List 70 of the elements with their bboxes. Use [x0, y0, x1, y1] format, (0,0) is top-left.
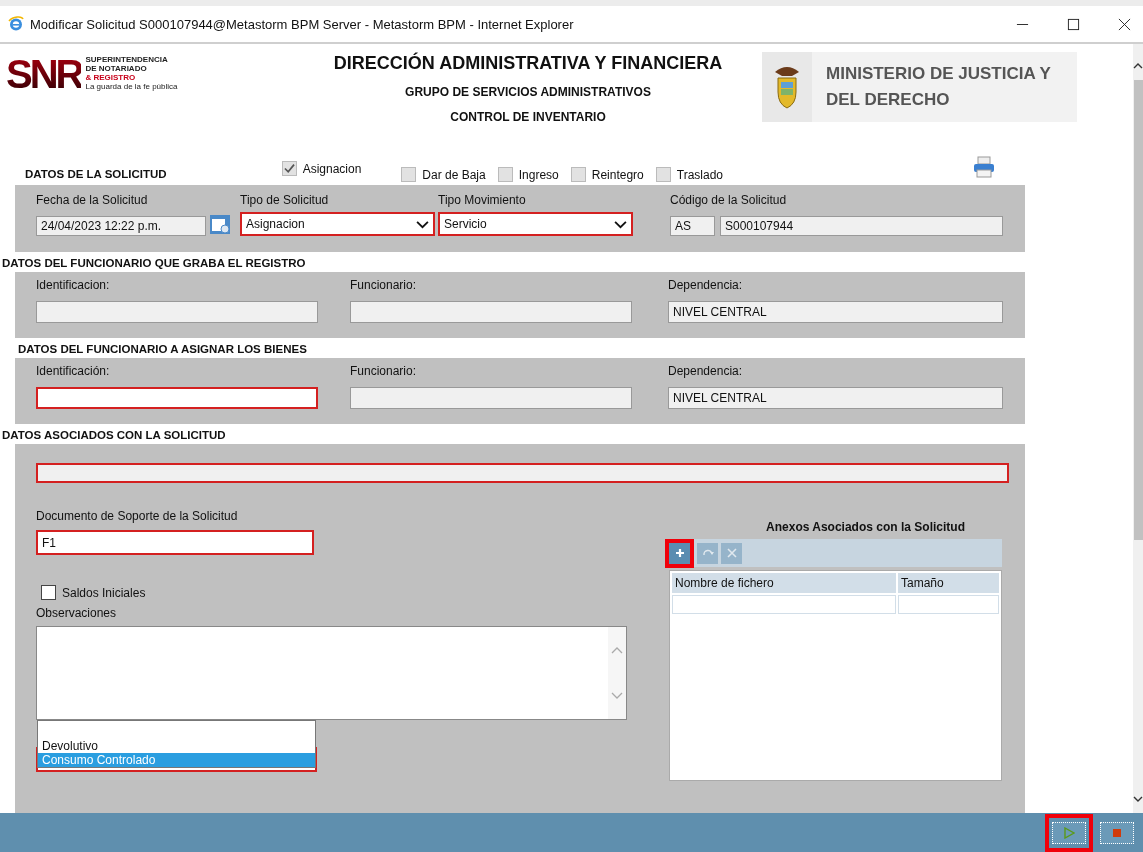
checkbox-label: Saldos Iniciales — [62, 585, 146, 600]
text-field[interactable]: NIVEL CENTRAL — [668, 387, 1003, 409]
printer-icon[interactable] — [972, 156, 996, 178]
text-field[interactable] — [36, 301, 318, 323]
column-header: Tamaño — [898, 573, 999, 593]
field-label: Dependencia: — [668, 363, 744, 379]
plus-icon — [673, 547, 686, 559]
select-field[interactable]: Servicio — [438, 212, 633, 236]
date-field[interactable]: 24/04/2023 12:22 p.m. — [36, 216, 206, 236]
field-label: Observaciones — [36, 605, 118, 621]
scroll-down-icon[interactable] — [1133, 795, 1143, 803]
section-title: DATOS DEL FUNCIONARIO A ASIGNAR LOS BIENES — [17, 342, 308, 357]
checkbox-label: Asignacion — [302, 161, 362, 176]
header-title: DIRECCIÓN ADMINISTRATIVA Y FINANCIERA — [333, 52, 723, 74]
text-field[interactable]: F1 — [36, 530, 314, 555]
stop-icon — [1111, 826, 1123, 839]
checkbox[interactable] — [401, 167, 417, 182]
section-title: DATOS ASOCIADOS CON LA SOLICITUD — [1, 428, 227, 443]
checkbox-label: Dar de Baja — [422, 167, 486, 182]
logo-text: & REGISTRO — [85, 73, 137, 82]
chevron-down-icon[interactable] — [614, 219, 627, 229]
section-title: DATOS DE LA SOLICITUD — [25, 168, 167, 180]
text-field[interactable] — [350, 301, 632, 323]
logo-text: SUPERINTENDENCIA — [85, 55, 169, 64]
checkbox[interactable] — [570, 167, 586, 182]
play-icon — [1063, 826, 1075, 839]
close-icon[interactable] — [1118, 17, 1131, 31]
scroll-up-icon[interactable] — [1133, 62, 1143, 70]
maximize-icon[interactable] — [1067, 17, 1080, 31]
play-button[interactable] — [1045, 813, 1093, 852]
calendar-icon[interactable] — [209, 213, 231, 235]
x-icon — [725, 547, 738, 559]
field-label: Dependencia: — [668, 277, 744, 293]
text-field[interactable] — [36, 463, 1009, 483]
field-label: Tipo Movimiento — [438, 192, 527, 208]
checkbox[interactable] — [41, 585, 56, 600]
checkbox-label: Reintegro — [591, 167, 644, 182]
checkbox[interactable] — [655, 167, 671, 182]
code-prefix-field: AS — [670, 216, 715, 236]
logo-text: DE NOTARIADO — [85, 64, 148, 73]
field-label: Identificación: — [36, 363, 111, 379]
text-field[interactable]: NIVEL CENTRAL — [668, 301, 1003, 323]
window-title: Modificar Solicitud S000107944@Metastorm BPM Server - Metastorm BPM - Internet Explorer — [30, 16, 574, 32]
field-label: Fecha de la Solicitud — [36, 192, 149, 208]
field-label: Funcionario: — [350, 277, 418, 293]
field-label: Tipo de Solicitud — [240, 192, 330, 208]
ministry-name: MINISTERIO DE JUSTICIA Y DEL DERECHO — [826, 63, 1052, 111]
checkbox[interactable] — [497, 167, 513, 182]
section-title: DATOS DEL FUNCIONARIO QUE GRABA EL REGISTRO — [1, 256, 307, 271]
scrollbar[interactable] — [1133, 44, 1143, 813]
column-header: Nombre de fichero — [672, 573, 896, 593]
field-label: Documento de Soporte de la Solicitud — [36, 508, 239, 524]
chevron-down-icon[interactable] — [416, 219, 429, 229]
text-field[interactable] — [36, 387, 318, 409]
attachments-title: Anexos Asociados con la Solicitud — [765, 520, 966, 534]
checkbox-label: Ingreso — [518, 167, 559, 182]
text-field[interactable] — [350, 387, 632, 409]
field-label: Funcionario: — [350, 363, 418, 379]
select-field[interactable]: Asignacion — [240, 212, 435, 236]
dropdown-option[interactable]: Devolutivo — [38, 739, 315, 753]
checkbox-label: Traslado — [676, 167, 724, 182]
code-field: S000107944 — [720, 216, 1003, 236]
logo-text: La guarda de la fe pública — [85, 82, 178, 91]
checkbox[interactable] — [281, 161, 297, 176]
field-label: Código de la Solicitud — [670, 192, 788, 208]
header-title: GRUPO DE SERVICIOS ADMINISTRATIVOS — [405, 85, 651, 99]
header-title: CONTROL DE INVENTARIO — [450, 110, 606, 124]
field-label: Identificacion: — [36, 277, 111, 293]
add-button[interactable] — [665, 538, 694, 568]
browser-icon — [8, 16, 24, 32]
